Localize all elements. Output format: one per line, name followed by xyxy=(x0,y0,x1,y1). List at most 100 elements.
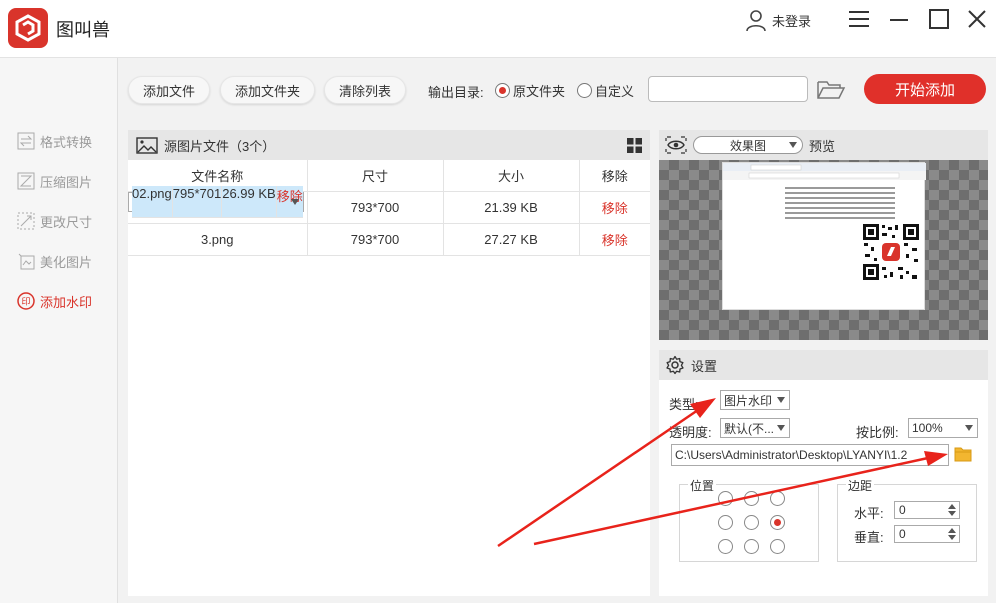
opacity-select[interactable]: 默认(不... xyxy=(720,418,790,438)
remove-link[interactable]: 移除 xyxy=(276,185,303,218)
position-middle-left[interactable] xyxy=(718,515,733,530)
add-file-button[interactable]: 添加文件 xyxy=(128,76,211,104)
sidebar-item-label: 美化图片 xyxy=(40,254,93,270)
resize-icon xyxy=(16,211,36,231)
preview-header: 效果图 预览 xyxy=(659,130,988,160)
stepper-down-icon[interactable] xyxy=(948,511,956,516)
position-title: 位置 xyxy=(688,477,717,494)
main-area: 添加文件 添加文件夹 清除列表 输出目录: 原文件夹 自定义 开始添加 源图片文… xyxy=(118,58,996,603)
beautify-icon xyxy=(16,251,36,271)
margin-title: 边距 xyxy=(846,477,875,494)
position-group: 位置 xyxy=(679,477,819,562)
output-path-input[interactable] xyxy=(648,76,808,102)
table-row[interactable]: 02.png 795*701 26.99 KB 移除 xyxy=(128,185,304,218)
preview-screenshot xyxy=(722,162,926,310)
sidebar-item-compress[interactable]: 压缩图片 xyxy=(16,170,92,192)
clear-list-button[interactable]: 清除列表 xyxy=(324,76,407,104)
sidebar-item-label: 更改尺寸 xyxy=(40,214,93,230)
position-top-right[interactable] xyxy=(770,491,785,506)
scale-select[interactable]: 100% xyxy=(908,418,978,438)
file-table: 文件名称 尺寸 大小 移除 02.png 795*701 26.99 KB 移除… xyxy=(128,160,650,256)
settings-header: 设置 xyxy=(659,350,988,380)
radio-dot xyxy=(577,83,592,98)
position-bottom-right[interactable] xyxy=(770,539,785,554)
stepper-up-icon[interactable] xyxy=(948,504,956,509)
vertical-label: 垂直: xyxy=(854,530,884,545)
login-button[interactable]: 未登录 xyxy=(744,6,811,34)
table-row[interactable]: 3.png 793*700 27.27 KB 移除 xyxy=(128,223,650,256)
close-button[interactable] xyxy=(964,6,990,32)
scale-label: 按比例: xyxy=(856,425,899,440)
maximize-icon xyxy=(929,9,949,29)
radio-dot xyxy=(495,83,510,98)
opacity-label: 透明度: xyxy=(669,425,712,440)
radio-original-folder[interactable]: 原文件夹 xyxy=(495,81,565,100)
column-header-dimensions: 尺寸 xyxy=(307,160,444,192)
sidebar-item-watermark[interactable]: 印 添加水印 xyxy=(16,290,92,312)
sidebar-item-label: 压缩图片 xyxy=(40,174,93,190)
file-name: 3.png xyxy=(128,223,308,256)
minimize-button[interactable] xyxy=(886,6,912,32)
settings-title: 设置 xyxy=(691,358,718,374)
close-icon xyxy=(968,10,986,28)
watermark-browse-button[interactable] xyxy=(954,446,972,462)
horizontal-margin-stepper[interactable]: 0 xyxy=(894,501,960,519)
menu-icon xyxy=(849,11,869,27)
add-folder-button[interactable]: 添加文件夹 xyxy=(220,76,316,104)
radio-custom-folder[interactable]: 自定义 xyxy=(577,81,634,100)
preview-label: 预览 xyxy=(809,138,836,154)
horizontal-label: 水平: xyxy=(854,506,884,521)
position-center[interactable] xyxy=(744,515,759,530)
app-logo xyxy=(8,8,48,48)
position-middle-right[interactable] xyxy=(770,515,785,530)
format-convert-icon xyxy=(16,131,36,151)
preview-image xyxy=(659,160,988,340)
file-name: 02.png xyxy=(132,185,173,218)
start-button[interactable]: 开始添加 xyxy=(864,74,986,104)
eye-icon xyxy=(665,136,687,154)
remove-link[interactable]: 移除 xyxy=(579,223,650,256)
position-top-center[interactable] xyxy=(744,491,759,506)
column-header-size: 大小 xyxy=(443,160,580,192)
position-bottom-left[interactable] xyxy=(718,539,733,554)
minimize-icon xyxy=(890,19,908,21)
menu-button[interactable] xyxy=(846,6,872,32)
gear-icon xyxy=(666,355,684,375)
preview-mode-select[interactable]: 效果图 xyxy=(693,136,803,154)
stepper-up-icon[interactable] xyxy=(948,528,956,533)
file-list-panel: 源图片文件（3个） 文件名称 尺寸 大小 移除 02.png 795*701 2… xyxy=(128,130,650,596)
app-title: 图叫兽 xyxy=(56,20,110,40)
preview-panel: 效果图 预览 xyxy=(659,130,988,340)
margin-group: 边距 水平: 0 垂直: 0 xyxy=(837,477,977,562)
stepper-down-icon[interactable] xyxy=(948,535,956,540)
sidebar-item-resize[interactable]: 更改尺寸 xyxy=(16,210,92,232)
maximize-button[interactable] xyxy=(926,6,952,32)
position-bottom-center[interactable] xyxy=(744,539,759,554)
app-logo-icon xyxy=(15,14,41,42)
type-label: 类型: xyxy=(669,397,699,412)
remove-link[interactable]: 移除 xyxy=(579,191,650,224)
radio-label: 原文件夹 xyxy=(513,84,566,99)
title-bar: 图叫兽 未登录 xyxy=(0,0,996,58)
sidebar-item-format-convert[interactable]: 格式转换 xyxy=(16,130,92,152)
column-header-remove: 移除 xyxy=(579,160,650,192)
compress-icon xyxy=(16,171,36,191)
folder-icon xyxy=(954,447,972,462)
watermark-type-select[interactable]: 图片水印 xyxy=(720,390,790,410)
file-list-title: 源图片文件（3个） xyxy=(164,138,276,154)
grid-view-icon[interactable] xyxy=(627,138,642,153)
position-top-left[interactable] xyxy=(718,491,733,506)
browse-folder-button[interactable] xyxy=(816,78,846,100)
login-label: 未登录 xyxy=(772,13,812,29)
sidebar-item-beautify[interactable]: 美化图片 xyxy=(16,250,92,272)
horizontal-margin-value: 0 xyxy=(899,503,906,517)
radio-label: 自定义 xyxy=(595,84,635,99)
vertical-margin-stepper[interactable]: 0 xyxy=(894,525,960,543)
toolbar: 添加文件 添加文件夹 清除列表 输出目录: 原文件夹 自定义 开始添加 xyxy=(118,58,996,124)
file-list-header: 源图片文件（3个） xyxy=(128,130,650,160)
file-size: 26.99 KB xyxy=(222,185,277,218)
sidebar-item-label: 添加水印 xyxy=(40,294,93,310)
sidebar-item-label: 格式转换 xyxy=(40,134,93,150)
watermark-image-path[interactable]: C:\Users\Administrator\Desktop\LYANYI\1.… xyxy=(671,444,949,466)
image-icon xyxy=(136,136,158,154)
